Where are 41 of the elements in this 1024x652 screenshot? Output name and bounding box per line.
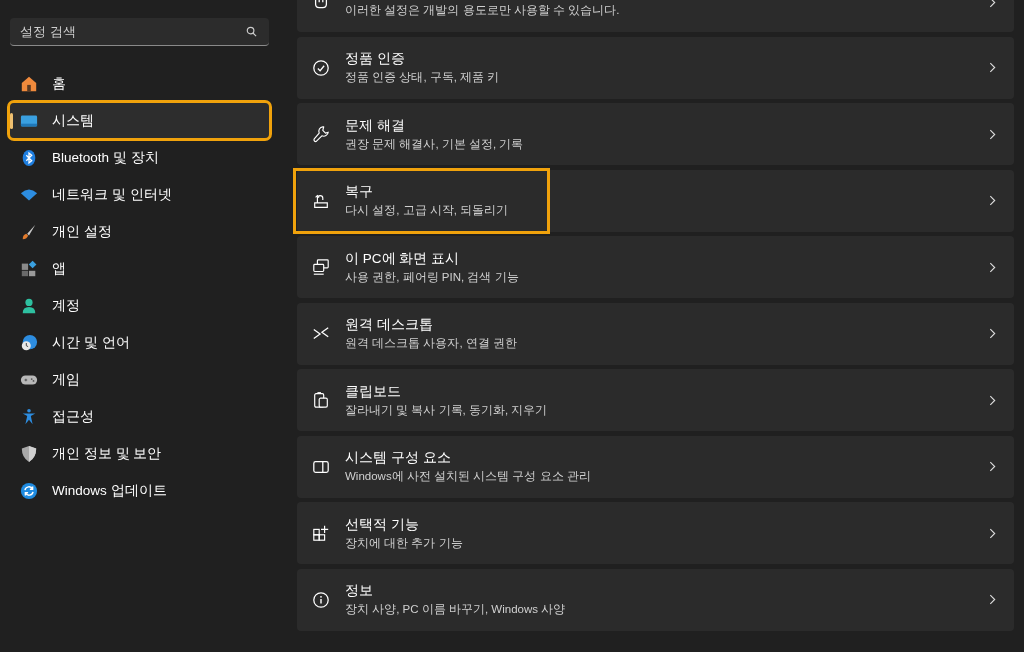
sidebar-item[interactable]: 개인 정보 및 보안 xyxy=(10,436,269,471)
card-title: 선택적 기능 xyxy=(345,515,420,534)
card-subtitle: 사용 권한, 페어링 PIN, 검색 기능 xyxy=(345,269,520,285)
sidebar-item[interactable]: 네트워크 및 인터넷 xyxy=(10,177,269,212)
settings-card[interactable]: 이러한 설정은 개발의 용도로만 사용할 수 있습니다. xyxy=(297,0,1014,32)
settings-card[interactable]: 원격 데스크톱 원격 데스크톱 사용자, 연결 권한 xyxy=(297,302,1014,365)
card-subtitle: 정품 인증 상태, 구독, 제품 키 xyxy=(345,70,501,85)
card-subtitle: 장치에 대한 추가 기능 xyxy=(345,535,464,551)
settings-card[interactable]: 이 PC에 화면 표시 사용 권한, 페어링 PIN, 검색 기능 xyxy=(297,236,1014,298)
card-title: 시스템 구성 요소 xyxy=(345,449,452,467)
sidebar-item[interactable]: 개인 설정 xyxy=(10,214,269,249)
card-subtitle: Windows에 사전 설치된 시스템 구성 요소 관리 xyxy=(345,469,592,484)
card-title: 클립보드 xyxy=(345,382,402,401)
settings-card[interactable]: 정품 인증 정품 인증 상태, 구독, 제품 키 xyxy=(297,36,1014,99)
settings-card[interactable]: 문제 해결 권장 문제 해결사, 기본 설정, 기록 xyxy=(297,103,1014,165)
card-subtitle: 잘라내기 및 복사 기록, 동기화, 지우기 xyxy=(345,402,549,418)
card-subtitle: 이러한 설정은 개발의 용도로만 사용할 수 있습니다. xyxy=(345,3,621,18)
sidebar-item[interactable]: 시간 및 언어 xyxy=(10,325,269,360)
sidebar-item[interactable]: 홈 xyxy=(10,66,269,101)
settings-card[interactable]: 정보 장치 사양, PC 이름 바꾸기, Windows 사양 xyxy=(297,568,1014,631)
sidebar-item[interactable]: 접근성 xyxy=(10,399,269,434)
settings-card[interactable]: 시스템 구성 요소 Windows에 사전 설치된 시스템 구성 요소 관리 xyxy=(297,435,1014,498)
settings-card[interactable]: 클립보드 잘라내기 및 복사 기록, 동기화, 지우기 xyxy=(297,369,1014,431)
sidebar-item[interactable]: 계정 xyxy=(10,288,269,323)
card-title: 이 PC에 화면 표시 xyxy=(345,249,460,268)
card-subtitle: 다시 설정, 고급 시작, 되돌리기 xyxy=(345,203,510,218)
card-subtitle: 장치 사양, PC 이름 바꾸기, Windows 사양 xyxy=(345,602,567,617)
card-title: 원격 데스크톱 xyxy=(345,316,434,334)
sidebar-item[interactable]: Windows 업데이트 xyxy=(10,473,269,508)
card-subtitle: 권장 문제 해결사, 기본 설정, 기록 xyxy=(345,136,525,152)
card-title: 정보 xyxy=(345,582,374,600)
sidebar-item[interactable]: Bluetooth 및 장치 xyxy=(10,140,269,175)
card-title: 문제 해결 xyxy=(345,116,406,135)
card-title: 복구 xyxy=(345,183,374,201)
card-title: 정품 인증 xyxy=(345,50,406,68)
sidebar-item[interactable]: 게임 xyxy=(10,362,269,397)
settings-card[interactable]: 선택적 기능 장치에 대한 추가 기능 xyxy=(297,502,1014,564)
sidebar-item[interactable]: 시스템 xyxy=(10,103,269,138)
search-field[interactable]: 설정 검색 xyxy=(10,18,269,46)
card-subtitle: 원격 데스크톱 사용자, 연결 권한 xyxy=(345,336,518,351)
sidebar-item[interactable]: 앱 xyxy=(10,251,269,286)
